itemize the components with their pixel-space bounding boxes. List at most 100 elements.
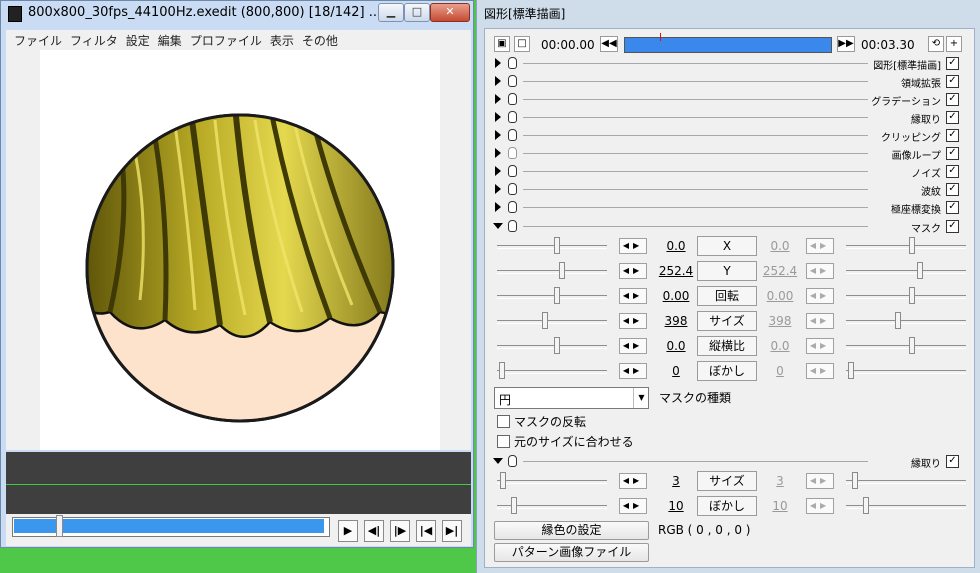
- start-stepper[interactable]: ◀▶: [619, 238, 647, 254]
- start-value[interactable]: 0: [656, 364, 696, 378]
- start-value[interactable]: 10: [656, 499, 696, 513]
- start-slider[interactable]: [497, 262, 607, 280]
- start-value[interactable]: 0.0: [656, 239, 696, 253]
- border-color-button[interactable]: 縁色の設定: [494, 521, 649, 540]
- filter-header[interactable]: 波紋 ✓: [493, 181, 963, 198]
- filter-enable-checkbox[interactable]: ✓: [946, 111, 959, 124]
- expand-triangle-icon[interactable]: [495, 202, 501, 212]
- start-value[interactable]: 0.0: [656, 339, 696, 353]
- expand-triangle-icon[interactable]: [495, 76, 501, 86]
- preview-title-bar[interactable]: 800x800_30fps_44100Hz.exedit (800,800) […: [0, 0, 472, 26]
- filter-header[interactable]: 領域拡張 ✓: [493, 73, 963, 90]
- start-value[interactable]: 3: [656, 474, 696, 488]
- mask-invert-checkbox[interactable]: [497, 415, 510, 428]
- start-slider[interactable]: [497, 287, 607, 305]
- minimize-button[interactable]: ▁: [378, 3, 404, 22]
- start-slider[interactable]: [497, 312, 607, 330]
- camera-control-button[interactable]: ▣: [494, 36, 510, 52]
- filter-enable-checkbox[interactable]: ✓: [946, 165, 959, 178]
- start-stepper[interactable]: ◀▶: [619, 338, 647, 354]
- start-slider[interactable]: [497, 472, 607, 490]
- start-stepper[interactable]: ◀▶: [619, 363, 647, 379]
- menu-file[interactable]: ファイル: [14, 32, 62, 49]
- menu-filter[interactable]: フィルタ: [70, 32, 118, 49]
- seek-thumb[interactable]: [56, 515, 63, 537]
- filter-header-border[interactable]: 縁取り ✓: [493, 453, 963, 470]
- expand-triangle-icon[interactable]: [495, 112, 501, 122]
- param-name-button[interactable]: サイズ: [697, 471, 757, 491]
- param-name-button[interactable]: 縦横比: [697, 336, 757, 356]
- param-name-button[interactable]: 回転: [697, 286, 757, 306]
- expand-triangle-icon[interactable]: [495, 166, 501, 176]
- start-value[interactable]: 398: [656, 314, 696, 328]
- slider-thumb[interactable]: [559, 262, 565, 279]
- filter-enable-checkbox[interactable]: ✓: [946, 183, 959, 196]
- filter-header-mask[interactable]: マスク ✓: [493, 218, 963, 235]
- expand-triangle-icon[interactable]: [495, 148, 501, 158]
- slider-thumb[interactable]: [554, 287, 560, 304]
- expand-triangle-icon[interactable]: [495, 184, 501, 194]
- menu-edit[interactable]: 編集: [158, 32, 182, 49]
- filter-enable-checkbox[interactable]: ✓: [946, 455, 959, 468]
- param-name-button[interactable]: ぼかし: [697, 361, 757, 381]
- mask-type-select[interactable]: 円 ▼: [494, 387, 649, 409]
- shadow-button[interactable]: □: [514, 36, 530, 52]
- jump-start-button[interactable]: ◀◀: [600, 36, 618, 52]
- prev-frame-button[interactable]: ◀|: [364, 520, 384, 542]
- collapse-triangle-icon[interactable]: [493, 458, 503, 464]
- fit-size-checkbox[interactable]: [497, 435, 510, 448]
- menu-settings[interactable]: 設定: [126, 32, 150, 49]
- chevron-down-icon[interactable]: ▼: [633, 388, 649, 408]
- filter-enable-checkbox[interactable]: ✓: [946, 201, 959, 214]
- param-name-button[interactable]: X: [697, 236, 757, 256]
- pattern-image-button[interactable]: パターン画像ファイル: [494, 543, 649, 562]
- filter-enable-checkbox[interactable]: ✓: [946, 93, 959, 106]
- start-stepper[interactable]: ◀▶: [619, 498, 647, 514]
- start-value[interactable]: 252.4: [656, 264, 696, 278]
- maximize-button[interactable]: □: [404, 3, 430, 22]
- filter-enable-checkbox[interactable]: ✓: [946, 57, 959, 70]
- start-stepper[interactable]: ◀▶: [619, 288, 647, 304]
- start-stepper[interactable]: ◀▶: [619, 473, 647, 489]
- filter-header[interactable]: 図形[標準描画] ✓: [493, 55, 963, 72]
- filter-enable-checkbox[interactable]: ✓: [946, 220, 959, 233]
- slider-thumb[interactable]: [542, 312, 548, 329]
- filter-enable-checkbox[interactable]: ✓: [946, 129, 959, 142]
- filter-header[interactable]: 縁取り ✓: [493, 109, 963, 126]
- slider-thumb[interactable]: [554, 237, 560, 254]
- start-stepper[interactable]: ◀▶: [619, 313, 647, 329]
- object-timeline[interactable]: [624, 37, 832, 53]
- menu-view[interactable]: 表示: [270, 32, 294, 49]
- param-name-button[interactable]: サイズ: [697, 311, 757, 331]
- first-frame-button[interactable]: |◀: [416, 520, 436, 542]
- slider-thumb[interactable]: [500, 472, 506, 489]
- loop-button[interactable]: ⟲: [928, 36, 944, 52]
- close-button[interactable]: ✕: [430, 3, 470, 22]
- param-name-button[interactable]: Y: [697, 261, 757, 281]
- start-slider[interactable]: [497, 362, 607, 380]
- filter-enable-checkbox[interactable]: ✓: [946, 75, 959, 88]
- next-frame-button[interactable]: |▶: [390, 520, 410, 542]
- play-button[interactable]: ▶: [338, 520, 358, 542]
- start-slider[interactable]: [497, 497, 607, 515]
- filter-header[interactable]: クリッピング ✓: [493, 127, 963, 144]
- filter-header[interactable]: グラデーション ✓: [493, 91, 963, 108]
- start-value[interactable]: 0.00: [656, 289, 696, 303]
- start-slider[interactable]: [497, 237, 607, 255]
- slider-thumb[interactable]: [499, 362, 505, 379]
- expand-triangle-icon[interactable]: [495, 94, 501, 104]
- filter-header[interactable]: 極座標変換 ✓: [493, 199, 963, 216]
- menu-other[interactable]: その他: [302, 32, 338, 49]
- start-stepper[interactable]: ◀▶: [619, 263, 647, 279]
- last-frame-button[interactable]: ▶|: [442, 520, 462, 542]
- param-name-button[interactable]: ぼかし: [697, 496, 757, 516]
- menu-profile[interactable]: プロファイル: [190, 32, 262, 49]
- jump-end-button[interactable]: ▶▶: [837, 36, 855, 52]
- slider-thumb[interactable]: [554, 337, 560, 354]
- expand-triangle-icon[interactable]: [495, 58, 501, 68]
- filter-header[interactable]: ノイズ ✓: [493, 163, 963, 180]
- collapse-triangle-icon[interactable]: [493, 223, 503, 229]
- expand-triangle-icon[interactable]: [495, 130, 501, 140]
- add-filter-button[interactable]: +: [946, 36, 962, 52]
- filter-enable-checkbox[interactable]: ✓: [946, 147, 959, 160]
